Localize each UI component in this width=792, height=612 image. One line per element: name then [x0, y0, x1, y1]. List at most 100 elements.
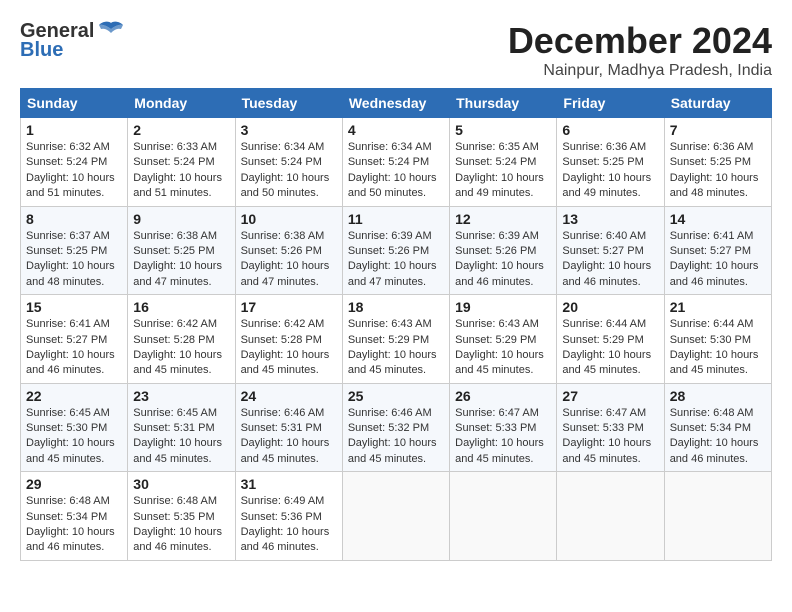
sunset-text: Sunset: 5:25 PM	[670, 156, 751, 168]
calendar-day-cell: 11 Sunrise: 6:39 AM Sunset: 5:26 PM Dayl…	[342, 206, 449, 295]
sunrise-text: Sunrise: 6:42 AM	[133, 318, 217, 330]
calendar-day-cell: 10 Sunrise: 6:38 AM Sunset: 5:26 PM Dayl…	[235, 206, 342, 295]
col-wednesday: Wednesday	[342, 89, 449, 118]
calendar-day-cell: 16 Sunrise: 6:42 AM Sunset: 5:28 PM Dayl…	[128, 295, 235, 384]
sunset-text: Sunset: 5:25 PM	[26, 245, 107, 257]
calendar-day-cell: 22 Sunrise: 6:45 AM Sunset: 5:30 PM Dayl…	[21, 383, 128, 472]
calendar-day-cell: 21 Sunrise: 6:44 AM Sunset: 5:30 PM Dayl…	[664, 295, 771, 384]
sunset-text: Sunset: 5:33 PM	[562, 422, 643, 434]
calendar-week-row: 8 Sunrise: 6:37 AM Sunset: 5:25 PM Dayli…	[21, 206, 772, 295]
daylight-text: Daylight: 10 hours and 47 minutes.	[241, 260, 330, 287]
sunrise-text: Sunrise: 6:34 AM	[348, 141, 432, 153]
sunset-text: Sunset: 5:26 PM	[348, 245, 429, 257]
col-friday: Friday	[557, 89, 664, 118]
sunrise-text: Sunrise: 6:39 AM	[348, 230, 432, 242]
sunrise-text: Sunrise: 6:32 AM	[26, 141, 110, 153]
sunrise-text: Sunrise: 6:43 AM	[348, 318, 432, 330]
calendar-day-cell: 23 Sunrise: 6:45 AM Sunset: 5:31 PM Dayl…	[128, 383, 235, 472]
day-number: 24	[241, 388, 337, 404]
sunrise-text: Sunrise: 6:38 AM	[133, 230, 217, 242]
day-number: 16	[133, 299, 229, 315]
daylight-text: Daylight: 10 hours and 45 minutes.	[348, 437, 437, 464]
sunset-text: Sunset: 5:27 PM	[26, 334, 107, 346]
calendar-day-cell: 2 Sunrise: 6:33 AM Sunset: 5:24 PM Dayli…	[128, 118, 235, 207]
daylight-text: Daylight: 10 hours and 50 minutes.	[348, 172, 437, 199]
day-number: 21	[670, 299, 766, 315]
day-number: 12	[455, 211, 551, 227]
calendar-day-cell: 8 Sunrise: 6:37 AM Sunset: 5:25 PM Dayli…	[21, 206, 128, 295]
sunset-text: Sunset: 5:27 PM	[562, 245, 643, 257]
sunrise-text: Sunrise: 6:48 AM	[133, 495, 217, 507]
calendar-day-cell: 7 Sunrise: 6:36 AM Sunset: 5:25 PM Dayli…	[664, 118, 771, 207]
day-number: 2	[133, 122, 229, 138]
day-number: 25	[348, 388, 444, 404]
day-number: 6	[562, 122, 658, 138]
calendar-day-cell	[450, 472, 557, 561]
daylight-text: Daylight: 10 hours and 48 minutes.	[26, 260, 115, 287]
day-number: 14	[670, 211, 766, 227]
col-tuesday: Tuesday	[235, 89, 342, 118]
sunset-text: Sunset: 5:24 PM	[348, 156, 429, 168]
sunrise-text: Sunrise: 6:41 AM	[670, 230, 754, 242]
day-number: 26	[455, 388, 551, 404]
location-subtitle: Nainpur, Madhya Pradesh, India	[508, 62, 772, 80]
logo-blue-text: Blue	[20, 39, 63, 62]
sunset-text: Sunset: 5:34 PM	[670, 422, 751, 434]
col-sunday: Sunday	[21, 89, 128, 118]
sunrise-text: Sunrise: 6:48 AM	[26, 495, 110, 507]
calendar-day-cell	[557, 472, 664, 561]
sunrise-text: Sunrise: 6:41 AM	[26, 318, 110, 330]
sunrise-text: Sunrise: 6:42 AM	[241, 318, 325, 330]
calendar-day-cell: 29 Sunrise: 6:48 AM Sunset: 5:34 PM Dayl…	[21, 472, 128, 561]
calendar-day-cell: 27 Sunrise: 6:47 AM Sunset: 5:33 PM Dayl…	[557, 383, 664, 472]
calendar-day-cell: 24 Sunrise: 6:46 AM Sunset: 5:31 PM Dayl…	[235, 383, 342, 472]
daylight-text: Daylight: 10 hours and 45 minutes.	[670, 349, 759, 376]
day-number: 1	[26, 122, 122, 138]
day-number: 19	[455, 299, 551, 315]
sunrise-text: Sunrise: 6:43 AM	[455, 318, 539, 330]
calendar-week-row: 29 Sunrise: 6:48 AM Sunset: 5:34 PM Dayl…	[21, 472, 772, 561]
daylight-text: Daylight: 10 hours and 45 minutes.	[241, 437, 330, 464]
calendar-day-cell: 1 Sunrise: 6:32 AM Sunset: 5:24 PM Dayli…	[21, 118, 128, 207]
sunrise-text: Sunrise: 6:35 AM	[455, 141, 539, 153]
daylight-text: Daylight: 10 hours and 47 minutes.	[348, 260, 437, 287]
day-number: 4	[348, 122, 444, 138]
calendar-day-cell: 17 Sunrise: 6:42 AM Sunset: 5:28 PM Dayl…	[235, 295, 342, 384]
daylight-text: Daylight: 10 hours and 45 minutes.	[241, 349, 330, 376]
sunset-text: Sunset: 5:26 PM	[241, 245, 322, 257]
calendar-day-cell: 20 Sunrise: 6:44 AM Sunset: 5:29 PM Dayl…	[557, 295, 664, 384]
col-saturday: Saturday	[664, 89, 771, 118]
sunset-text: Sunset: 5:33 PM	[455, 422, 536, 434]
sunset-text: Sunset: 5:24 PM	[241, 156, 322, 168]
logo-container: General Blue	[20, 20, 125, 62]
daylight-text: Daylight: 10 hours and 46 minutes.	[133, 526, 222, 553]
sunrise-text: Sunrise: 6:49 AM	[241, 495, 325, 507]
col-thursday: Thursday	[450, 89, 557, 118]
sunset-text: Sunset: 5:31 PM	[241, 422, 322, 434]
daylight-text: Daylight: 10 hours and 45 minutes.	[562, 437, 651, 464]
sunrise-text: Sunrise: 6:47 AM	[562, 407, 646, 419]
sunrise-text: Sunrise: 6:33 AM	[133, 141, 217, 153]
sunset-text: Sunset: 5:24 PM	[455, 156, 536, 168]
sunset-text: Sunset: 5:28 PM	[241, 334, 322, 346]
day-number: 11	[348, 211, 444, 227]
day-number: 10	[241, 211, 337, 227]
calendar-day-cell: 6 Sunrise: 6:36 AM Sunset: 5:25 PM Dayli…	[557, 118, 664, 207]
calendar-day-cell: 19 Sunrise: 6:43 AM Sunset: 5:29 PM Dayl…	[450, 295, 557, 384]
calendar-day-cell: 4 Sunrise: 6:34 AM Sunset: 5:24 PM Dayli…	[342, 118, 449, 207]
day-number: 29	[26, 476, 122, 492]
calendar-day-cell: 3 Sunrise: 6:34 AM Sunset: 5:24 PM Dayli…	[235, 118, 342, 207]
daylight-text: Daylight: 10 hours and 48 minutes.	[670, 172, 759, 199]
sunset-text: Sunset: 5:29 PM	[348, 334, 429, 346]
sunrise-text: Sunrise: 6:34 AM	[241, 141, 325, 153]
sunset-text: Sunset: 5:34 PM	[26, 511, 107, 523]
calendar-header-row: Sunday Monday Tuesday Wednesday Thursday…	[21, 89, 772, 118]
sunrise-text: Sunrise: 6:36 AM	[670, 141, 754, 153]
day-number: 5	[455, 122, 551, 138]
sunset-text: Sunset: 5:31 PM	[133, 422, 214, 434]
sunset-text: Sunset: 5:24 PM	[26, 156, 107, 168]
daylight-text: Daylight: 10 hours and 45 minutes.	[455, 349, 544, 376]
sunset-text: Sunset: 5:28 PM	[133, 334, 214, 346]
day-number: 9	[133, 211, 229, 227]
day-number: 3	[241, 122, 337, 138]
